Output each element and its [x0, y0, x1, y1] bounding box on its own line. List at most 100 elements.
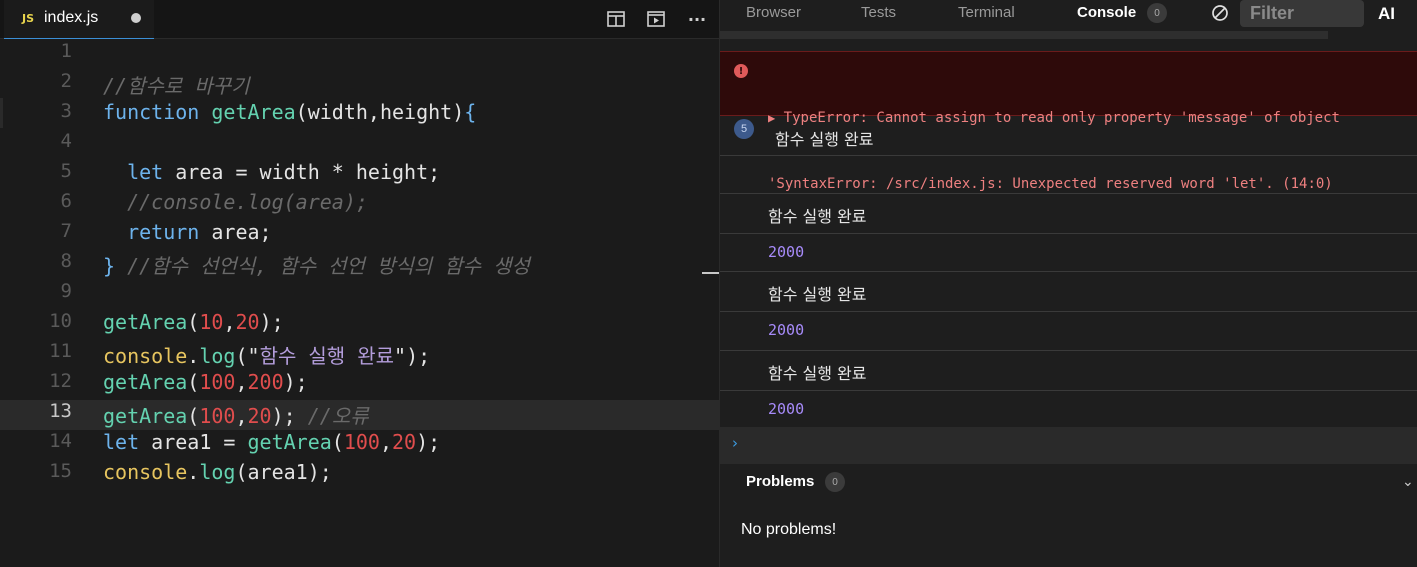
line-text: getArea(100,200); — [103, 370, 308, 394]
code-line[interactable]: 4 — [0, 130, 719, 160]
problems-title[interactable]: Problems — [746, 473, 814, 490]
code-line[interactable]: 7 return area; — [0, 220, 719, 250]
line-number: 11 — [49, 340, 72, 362]
tab-label: index.js — [44, 9, 99, 26]
line-number: 1 — [60, 40, 72, 62]
code-line[interactable]: 6 //console.log(area); — [0, 190, 719, 220]
code-token: . — [187, 344, 200, 368]
problems-section: Problems 0 ⌄ No problems! — [720, 464, 1417, 567]
code-area[interactable]: 1 2//함수로 바꾸기 3 function getArea(width,heigh… — [0, 40, 719, 490]
code-line[interactable]: 3 function getArea(width,height){ — [0, 100, 719, 130]
code-token: 100 — [199, 404, 236, 428]
ai-button[interactable]: AI — [1378, 4, 1395, 24]
no-problems-text: No problems! — [741, 521, 837, 538]
code-line[interactable]: 2 //함수로 바꾸기 — [0, 70, 719, 100]
code-token: let — [103, 430, 152, 454]
line-text: function getArea(width,height){ — [103, 100, 476, 124]
line-text: } //함수 선언식, 함수 선언 방식의 함수 생성 — [103, 250, 530, 279]
code-token: (area1); — [235, 460, 332, 484]
clear-console-button[interactable] — [1211, 4, 1229, 27]
tab-tests[interactable]: Tests — [861, 4, 896, 21]
code-token: ( — [331, 430, 344, 454]
console-filter-input[interactable] — [1240, 0, 1364, 27]
code-line[interactable]: 11 console.log("함수 실행 완료"); — [0, 340, 719, 370]
code-token: 10 — [199, 310, 224, 334]
code-token: area; — [211, 220, 272, 244]
code-token: , — [235, 370, 248, 394]
line-text: getArea(10,20); — [103, 310, 284, 334]
code-token: console — [103, 344, 188, 368]
code-token: } — [103, 254, 128, 278]
code-line[interactable]: 8} //함수 선언식, 함수 선언 방식의 함수 생성 — [0, 250, 719, 280]
code-token: "); — [394, 344, 431, 368]
line-number: 3 — [60, 100, 72, 122]
code-token: ( — [187, 370, 200, 394]
line-text: //함수로 바꾸기 — [103, 70, 250, 99]
console-entry: 함수 실행 완료 — [720, 351, 1417, 391]
code-line[interactable]: 5 let area = width * height; — [0, 160, 719, 190]
more-actions-button[interactable]: ··· — [686, 8, 708, 30]
code-token: //함수 선언식, 함수 선언 방식의 함수 생성 — [127, 254, 530, 278]
console-horizontal-scrollbar[interactable] — [720, 31, 1328, 39]
code-line[interactable]: 13 getArea(100,20); //오류 — [0, 400, 719, 430]
code-token: log — [199, 460, 236, 484]
code-token: ( — [187, 404, 200, 428]
code-line[interactable]: 15 console.log(area1); — [0, 460, 719, 490]
line-text: let area = width * height; — [103, 160, 440, 184]
code-token: 20 — [247, 404, 272, 428]
error-icon: ! — [734, 64, 748, 78]
console-number-output: 2000 — [768, 400, 805, 418]
code-token: (" — [235, 344, 260, 368]
tab-terminal[interactable]: Terminal — [958, 4, 1015, 21]
code-token: getArea — [103, 310, 188, 334]
code-line[interactable]: 9 — [0, 280, 719, 310]
console-count-badge: 0 — [1147, 3, 1167, 23]
console-error-entry[interactable]: ! ▶ TypeError: Cannot assign to read onl… — [720, 51, 1417, 192]
tab-console[interactable]: Console — [1077, 4, 1136, 21]
console-message: 함수 실행 완료 — [768, 207, 867, 226]
console-input-row[interactable]: › — [720, 427, 1417, 464]
code-token: ); — [416, 430, 441, 454]
code-token: { — [464, 100, 477, 124]
line-text: console.log("함수 실행 완료"); — [103, 340, 430, 369]
code-line[interactable]: 12 getArea(100,200); — [0, 370, 719, 400]
code-line[interactable]: 14 let area1 = getArea(100,20); — [0, 430, 719, 460]
code-token: console — [103, 460, 188, 484]
line-number: 15 — [49, 460, 72, 482]
problems-count-badge: 0 — [825, 472, 845, 492]
preview-icon — [647, 11, 665, 27]
code-token: getArea — [103, 370, 188, 394]
code-token: (width,height) — [295, 100, 465, 124]
split-editor-button[interactable] — [605, 8, 627, 30]
line-number: 14 — [49, 430, 72, 452]
code-token: , — [223, 310, 236, 334]
tab-index-js[interactable]: JS index.js — [4, 0, 154, 39]
code-token: ( — [187, 310, 200, 334]
code-line[interactable]: 10 getArea(10,20); — [0, 310, 719, 340]
line-number: 4 — [60, 130, 72, 152]
code-token: log — [199, 344, 236, 368]
line-number: 12 — [49, 370, 72, 392]
tab-browser[interactable]: Browser — [746, 4, 801, 21]
repeat-count-badge: 5 — [734, 119, 754, 139]
code-token: 100 — [343, 430, 380, 454]
code-token: 함수 실행 완료 — [259, 344, 395, 368]
console-entry: 함수 실행 완료 — [720, 194, 1417, 234]
code-line[interactable]: 1 — [0, 40, 719, 70]
code-token: getArea — [103, 404, 188, 428]
console-entry: 2000 — [720, 234, 1417, 272]
preview-button[interactable] — [645, 8, 667, 30]
code-token: //함수로 바꾸기 — [103, 74, 250, 98]
console-message: 함수 실행 완료 — [768, 285, 867, 304]
line-number: 10 — [49, 310, 72, 332]
console-entry — [720, 156, 1417, 194]
chevron-down-icon[interactable]: ⌄ — [1402, 474, 1414, 490]
line-text: return area; — [103, 220, 272, 244]
line-number: 13 — [49, 400, 72, 422]
console-grouped-entry: 5 함수 실행 완료 — [720, 116, 1417, 156]
panel-tab-bar: Browser Tests Terminal Console 0 AI — [720, 0, 1417, 28]
prompt-chevron-icon: › — [732, 434, 738, 452]
console-message: 함수 실행 완료 — [775, 130, 874, 149]
unsaved-dot-icon[interactable] — [131, 13, 141, 23]
scrollbar-marker[interactable] — [702, 272, 719, 274]
